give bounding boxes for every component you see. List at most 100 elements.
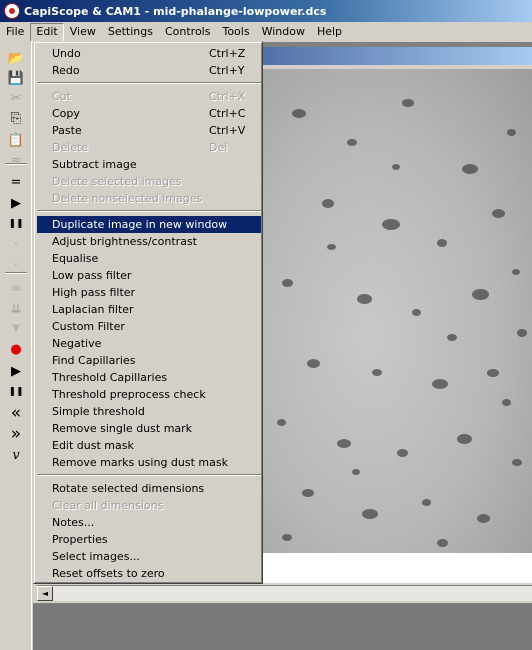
menu-item-remove-marks-using-dust-mask[interactable]: Remove marks using dust mask: [37, 454, 261, 471]
menu-item-laplacian-filter[interactable]: Laplacian filter: [37, 301, 261, 318]
menu-item-reset-offsets-to-zero[interactable]: Reset offsets to zero: [37, 565, 261, 582]
menu-item-threshold-capillaries[interactable]: Threshold Capillaries: [37, 369, 261, 386]
capillary-spot: [457, 434, 472, 444]
menu-item-label: Properties: [52, 533, 108, 546]
menu-separator: [37, 210, 261, 212]
horizontal-scrollbar[interactable]: ◄: [37, 585, 532, 601]
menu-item-redo[interactable]: Redo Ctrl+Y: [37, 62, 261, 79]
binoculars-icon[interactable]: ∞: [7, 279, 25, 297]
menu-file[interactable]: File: [0, 23, 30, 42]
menu-item-label: Delete: [52, 141, 89, 154]
menu-item-copy[interactable]: Copy Ctrl+C: [37, 105, 261, 122]
waveform-icon[interactable]: ≈: [7, 151, 25, 169]
menu-item-label: Find Capillaries: [52, 354, 136, 367]
title-bar: CapiScope & CAM1 - mid-phalange-lowpower…: [0, 0, 532, 22]
play-icon[interactable]: ▶: [7, 194, 25, 212]
menu-item-paste[interactable]: Paste Ctrl+V: [37, 122, 261, 139]
cut-icon[interactable]: ✂: [7, 89, 25, 107]
velocity-icon[interactable]: v: [7, 446, 25, 464]
menu-item-shortcut: Ctrl+C: [209, 107, 246, 120]
image-bottom-margin: [262, 553, 532, 583]
menu-controls[interactable]: Controls: [159, 23, 217, 42]
capillary-spot: [472, 289, 489, 300]
menu-item-label: Delete nonselected images: [52, 192, 203, 205]
copy-icon[interactable]: ⎘: [7, 109, 25, 127]
capillary-spot: [487, 369, 499, 377]
menu-item-delete: Delete Del: [37, 139, 261, 156]
menu-item-shortcut: Ctrl+Z: [209, 47, 246, 60]
menu-item-delete-selected-images: Delete selected images: [37, 173, 261, 190]
capillary-spot: [337, 439, 351, 448]
scroll-left-arrow-icon[interactable]: ◄: [37, 586, 53, 601]
menu-item-remove-single-dust-mark[interactable]: Remove single dust mark: [37, 420, 261, 437]
menu-item-properties[interactable]: Properties: [37, 531, 261, 548]
menu-item-shortcut: Ctrl+X: [209, 90, 246, 103]
edit-menu-dropdown: Undo Ctrl+Z Redo Ctrl+Y Cut Ctrl+X Copy Ctrl+C P…: [33, 41, 263, 584]
capillary-spot: [382, 219, 400, 230]
menu-item-undo[interactable]: Undo Ctrl+Z: [37, 45, 261, 62]
menu-item-edit-dust-mask[interactable]: Edit dust mask: [37, 437, 261, 454]
capillary-spot: [347, 139, 357, 146]
menu-item-subtract-image[interactable]: Subtract image: [37, 156, 261, 173]
capillary-spot: [327, 244, 336, 250]
menu-item-notes[interactable]: Notes...: [37, 514, 261, 531]
menu-settings[interactable]: Settings: [102, 23, 159, 42]
left-toolbar: 📂 💾 ✂ ⎘ 📋 ≈ = ▶ ❚❚ · · ∞ ⇊ ⩔ ● ▶ ❚❚ «» v: [0, 42, 32, 650]
menu-item-label: Negative: [52, 337, 102, 350]
toolbar-separator: [5, 163, 27, 165]
menu-item-label: Equalise: [52, 252, 99, 265]
menu-item-shortcut: Del: [209, 141, 228, 154]
fast-forward-icon[interactable]: »: [7, 425, 25, 443]
open-folder-icon[interactable]: 📂: [7, 49, 25, 67]
menu-item-label: Remove single dust mark: [52, 422, 193, 435]
trace-icon[interactable]: ⩔: [7, 318, 25, 336]
menu-view[interactable]: View: [64, 23, 102, 42]
menu-item-label: Copy: [52, 107, 80, 120]
menu-item-low-pass-filter[interactable]: Low pass filter: [37, 267, 261, 284]
capillary-spot: [362, 509, 378, 519]
menu-item-duplicate-image-in-new-window[interactable]: Duplicate image in new window: [37, 216, 261, 233]
menu-item-negative[interactable]: Negative: [37, 335, 261, 352]
menu-edit[interactable]: Edit: [30, 22, 64, 42]
rewind-icon[interactable]: «: [7, 404, 25, 422]
pause-icon[interactable]: ❚❚: [7, 215, 25, 233]
menu-item-select-images[interactable]: Select images...: [37, 548, 261, 565]
menu-item-label: Threshold preprocess check: [52, 388, 206, 401]
menu-item-find-capillaries[interactable]: Find Capillaries: [37, 352, 261, 369]
menu-item-simple-threshold[interactable]: Simple threshold: [37, 403, 261, 420]
capillary-spot: [282, 534, 292, 541]
play-2-icon[interactable]: ▶: [7, 362, 25, 380]
menu-window[interactable]: Window: [256, 23, 311, 42]
menu-item-adjust-brightness-contrast[interactable]: Adjust brightness/contrast: [37, 233, 261, 250]
menu-item-label: Low pass filter: [52, 269, 132, 282]
paste-icon[interactable]: 📋: [7, 131, 25, 149]
equals-icon[interactable]: =: [7, 173, 25, 191]
capillary-spot: [322, 199, 334, 208]
menu-item-label: Subtract image: [52, 158, 137, 171]
window-title: CapiScope & CAM1 - mid-phalange-lowpower…: [24, 4, 327, 18]
small-dot-icon[interactable]: ·: [7, 235, 25, 253]
record-icon[interactable]: ●: [7, 340, 25, 358]
menu-item-label: Cut: [52, 90, 71, 103]
menu-item-custom-filter[interactable]: Custom Filter: [37, 318, 261, 335]
menu-item-rotate-selected-dimensions[interactable]: Rotate selected dimensions: [37, 480, 261, 497]
capillary-spot: [392, 164, 400, 170]
capillary-microscope-image[interactable]: [262, 69, 532, 553]
pause-2-icon[interactable]: ❚❚: [7, 383, 25, 401]
menu-item-label: Adjust brightness/contrast: [52, 235, 197, 248]
menu-item-label: High pass filter: [52, 286, 136, 299]
save-icon[interactable]: 💾: [7, 69, 25, 87]
capiscope-app-icon[interactable]: [4, 3, 20, 19]
menu-item-label: Remove marks using dust mask: [52, 456, 228, 469]
capillary-spot: [282, 279, 293, 287]
menu-item-high-pass-filter[interactable]: High pass filter: [37, 284, 261, 301]
menu-item-equalise[interactable]: Equalise: [37, 250, 261, 267]
capillary-spot: [402, 99, 414, 107]
capillary-spot: [357, 294, 372, 304]
menu-item-threshold-preprocess-check[interactable]: Threshold preprocess check: [37, 386, 261, 403]
menu-help[interactable]: Help: [311, 23, 348, 42]
down-arrows-icon[interactable]: ⇊: [7, 300, 25, 318]
capillary-spot: [507, 129, 516, 136]
menu-item-shortcut: Ctrl+V: [209, 124, 246, 137]
menu-tools[interactable]: Tools: [216, 23, 255, 42]
